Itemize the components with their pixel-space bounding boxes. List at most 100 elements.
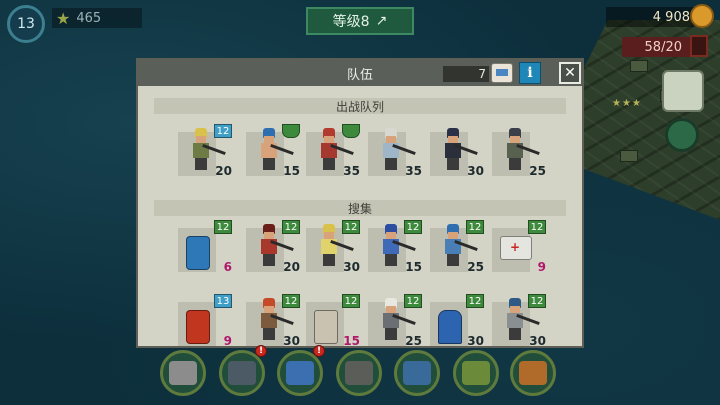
tools-icon — [403, 361, 431, 385]
item-slot-barrel-blue[interactable]: 12 6 — [178, 220, 232, 274]
slot-value: 30 — [467, 164, 484, 178]
side-menu-button[interactable] — [662, 70, 704, 112]
rank-label: 等级8 — [332, 14, 370, 30]
survivor-face — [196, 136, 206, 143]
coin-counter: 4 908 — [606, 7, 694, 27]
item-slot-barrel-red[interactable]: 13 9 — [178, 294, 232, 348]
survivor-legs — [263, 254, 275, 266]
level-badge: 12 — [466, 220, 484, 234]
survivor-slot[interactable]: 25 — [492, 126, 546, 178]
survivor-legs — [509, 328, 521, 340]
tank-icon — [438, 310, 462, 344]
survivor-slot[interactable]: 30 — [430, 126, 484, 178]
star-icon: ★ — [56, 8, 71, 28]
skull-icon — [169, 361, 197, 385]
coin-icon[interactable] — [690, 4, 714, 28]
level-badge: 12 — [342, 294, 360, 308]
survivor-slot[interactable]: 35 — [306, 124, 360, 178]
alert-icon: ! — [255, 345, 267, 357]
level-badge: 12 — [528, 220, 546, 234]
survivor-legs — [263, 328, 275, 340]
slot-value: 15 — [343, 334, 360, 348]
survivor-face — [448, 232, 458, 239]
survivor-slot[interactable]: 12 30 — [306, 220, 360, 274]
item-slot-lamp[interactable]: 12 15 — [306, 294, 360, 348]
survivor-figure — [318, 222, 354, 270]
rank-button[interactable]: 等级8 ↗ — [306, 7, 414, 35]
slot-value: 30 — [343, 260, 360, 274]
arrow-up-right-icon: ↗ — [375, 13, 388, 29]
level-badge: 12 — [214, 124, 232, 138]
survivor-slot[interactable]: 12 30 — [492, 294, 546, 348]
survivor-face — [264, 232, 274, 239]
level-badge: 12 — [282, 294, 300, 308]
survivor-face — [510, 306, 520, 313]
soldier-icon — [462, 361, 490, 385]
close-button[interactable]: ✕ — [559, 62, 581, 84]
info-button[interactable]: i — [519, 62, 541, 84]
rank-flag-icon — [342, 124, 360, 138]
radio-icon — [286, 361, 314, 385]
survivor-figure — [318, 126, 354, 174]
slot-value: 30 — [529, 334, 546, 348]
survivor-face — [264, 136, 274, 143]
nav-button-gamepad[interactable] — [219, 350, 265, 396]
slot-value: 9 — [223, 334, 232, 348]
crate-icon — [519, 361, 547, 385]
survivor-slot[interactable]: 12 25 — [368, 294, 422, 346]
fuel-can-icon[interactable] — [690, 35, 708, 57]
survivor-figure — [258, 126, 294, 174]
level-badge: 12 — [404, 220, 422, 234]
survivor-face — [264, 306, 274, 313]
level-badge: 12 — [466, 294, 484, 308]
barrel-blue-icon — [186, 236, 210, 270]
barrel-red-icon — [186, 310, 210, 344]
survivor-legs — [195, 158, 207, 170]
item-slot-medkit[interactable]: +12 9 — [492, 220, 546, 274]
survivor-slot[interactable]: 15 — [246, 124, 300, 178]
survivor-legs — [323, 158, 335, 170]
section-deployed-header: 出战队列 — [154, 98, 566, 114]
survivor-legs — [385, 158, 397, 170]
survivor-slot[interactable]: 35 — [368, 126, 422, 178]
survivor-face — [324, 232, 334, 239]
survivor-face — [386, 306, 396, 313]
survivor-figure — [380, 126, 416, 174]
slot-value: 15 — [283, 164, 300, 178]
level-badge: 12 — [528, 294, 546, 308]
nav-button-soldier[interactable] — [453, 350, 499, 396]
cross-icon: + — [510, 240, 521, 254]
team-dialog: 队伍 7 i ✕ 出战队列 搜集 12 20 15 35 35 30 25 12 6 12 20 12… — [136, 58, 584, 348]
level-badge: 12 — [342, 220, 360, 234]
survivor-face — [386, 232, 396, 239]
survivor-slot[interactable]: 12 15 — [368, 220, 422, 274]
survivor-figure — [442, 222, 478, 270]
nav-button-terminal[interactable] — [336, 350, 382, 396]
population-counter: 58/20 — [622, 37, 700, 57]
survivor-face — [386, 136, 396, 143]
player-level-badge[interactable]: 13 — [7, 5, 45, 43]
survivor-slot[interactable]: 12 25 — [430, 220, 484, 274]
slot-value: 30 — [467, 334, 484, 348]
survivor-figure — [380, 222, 416, 270]
survivor-legs — [263, 158, 275, 170]
slot-value: 20 — [283, 260, 300, 274]
coin-count-text: 4 908 — [652, 9, 690, 25]
survivor-slot[interactable]: 12 20 — [178, 124, 232, 178]
side-round-button[interactable] — [665, 118, 699, 152]
nav-button-radio[interactable] — [277, 350, 323, 396]
survivor-face — [448, 136, 458, 143]
nav-button-tools[interactable] — [394, 350, 440, 396]
survivor-figure — [442, 126, 478, 174]
survivor-slot[interactable]: 12 20 — [246, 220, 300, 274]
survivor-figure — [258, 222, 294, 270]
slot-value: 15 — [405, 260, 422, 274]
nav-button-crate[interactable] — [510, 350, 556, 396]
star-counter: ★ 465 — [52, 8, 142, 28]
nav-button-skull[interactable] — [160, 350, 206, 396]
survivor-slot[interactable]: 12 30 — [246, 294, 300, 346]
survivor-legs — [385, 254, 397, 266]
item-slot-tank[interactable]: 12 30 — [430, 294, 484, 348]
slot-value: 9 — [537, 260, 546, 274]
slot-value: 6 — [223, 260, 232, 274]
